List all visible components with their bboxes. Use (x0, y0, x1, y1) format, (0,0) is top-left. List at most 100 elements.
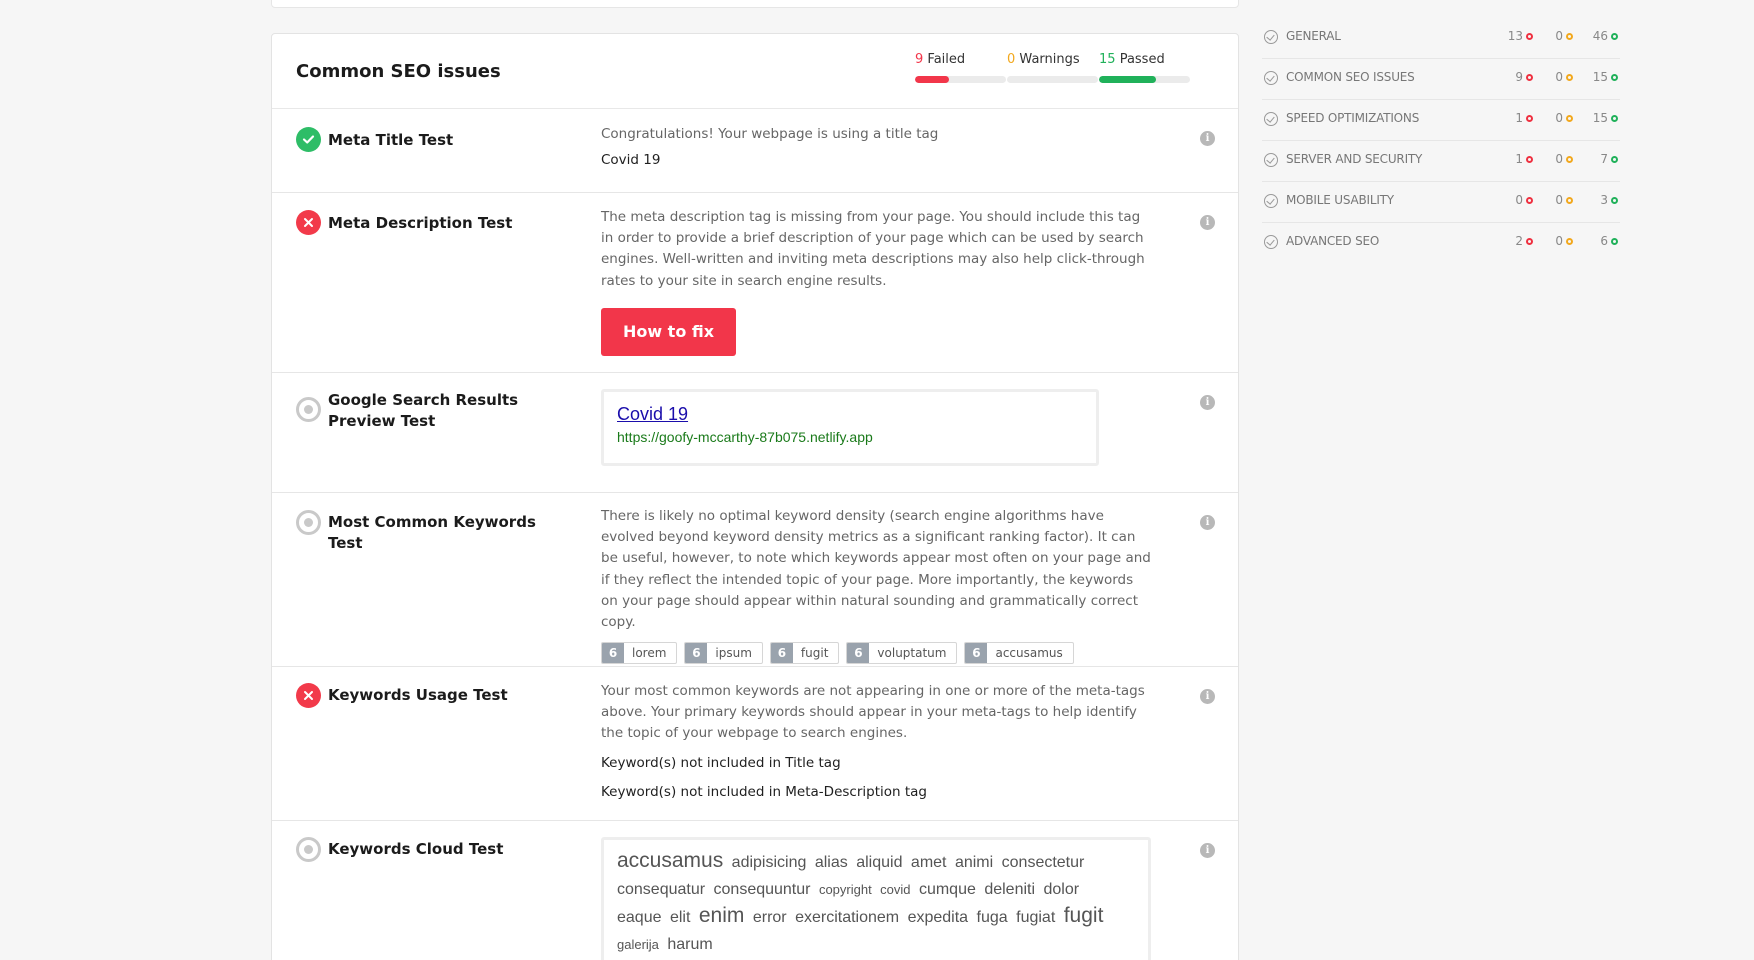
category-sidebar: GENERAL 13 0 46 COMMON SEO ISSUES 9 0 15 SPEED O… (1262, 18, 1620, 264)
common-seo-issues-card: Common SEO issues 9 Failed 0 Warnings 15… (271, 33, 1239, 960)
passed-dot-icon (1611, 196, 1618, 204)
info-icon[interactable]: i (1200, 215, 1215, 230)
keyword-count: 6 (602, 643, 624, 664)
warnings-bar (1007, 76, 1098, 83)
check-circle-icon (1264, 194, 1278, 208)
info-icon[interactable]: i (1200, 131, 1215, 146)
info-icon[interactable]: i (1200, 395, 1215, 410)
failed-count: 1 (1515, 111, 1533, 125)
keyword-chip: 6 lorem (601, 642, 678, 665)
passed-dot-icon (1611, 155, 1618, 163)
keyword-chip: 6 ipsum (684, 642, 763, 665)
cloud-word: eaque (617, 909, 662, 926)
cloud-word: cumque (918, 880, 976, 898)
failed-count-value: 9 (1515, 70, 1523, 84)
info-icon[interactable]: i (1200, 689, 1215, 704)
keyword-word: fugit (800, 646, 829, 661)
sidebar-item-advanced-seo[interactable]: ADVANCED SEO 2 0 6 (1262, 223, 1620, 264)
cloud-word: error (752, 909, 787, 926)
failed-count: 0 (1515, 193, 1533, 207)
failed-label: Failed (927, 52, 966, 67)
section-title: Common SEO issues (296, 61, 501, 82)
how-to-fix-button[interactable]: How to fix (601, 307, 736, 356)
serp-title-link[interactable]: Covid 19 (617, 404, 1083, 425)
warnings-dot-icon (1566, 237, 1573, 245)
sidebar-item-general[interactable]: GENERAL 13 0 46 (1262, 18, 1620, 59)
passed-dot-icon (1611, 32, 1618, 40)
passed-dot-icon (1611, 237, 1618, 245)
warnings-count-value: 0 (1555, 29, 1563, 43)
cloud-word: harum (667, 935, 713, 953)
test-name: Keywords Usage Test (328, 686, 508, 704)
cloud-word: exercitationem (795, 909, 900, 926)
cloud-word: galerija (617, 936, 659, 952)
warnings-dot-icon (1566, 155, 1573, 163)
failed-dot-icon (1526, 73, 1533, 81)
sidebar-item-speed-optimizations[interactable]: SPEED OPTIMIZATIONS 1 0 15 (1262, 100, 1620, 141)
keyword-count: 6 (685, 643, 708, 664)
cloud-word: deleniti (984, 880, 1036, 898)
failed-count: 2 (1515, 234, 1533, 248)
test-content: Your most common keywords are not appear… (601, 681, 1151, 801)
failed-dot-icon (1526, 32, 1533, 40)
passed-count: 7 (1600, 152, 1618, 166)
sidebar-item-common-seo-issues[interactable]: COMMON SEO ISSUES 9 0 15 (1262, 59, 1620, 100)
passed-count: 3 (1600, 193, 1618, 207)
test-row-keywords-usage: Keywords Usage Test Your most common key… (272, 667, 1238, 821)
failed-dot-icon (1526, 196, 1533, 204)
sidebar-item-server-and-security[interactable]: SERVER AND SECURITY 1 0 7 (1262, 141, 1620, 182)
failed-count: 9 (915, 52, 924, 67)
cloud-word: dolor (1043, 880, 1080, 898)
serp-url: https://goofy-mccarthy-87b075.netlify.ap… (617, 429, 873, 445)
serp-preview: Covid 19 https://goofy-mccarthy-87b075.n… (601, 389, 1099, 466)
passed-count-value: 6 (1600, 234, 1608, 248)
test-description: There is likely no optimal keyword densi… (601, 508, 1151, 631)
info-icon[interactable]: i (1200, 843, 1215, 858)
sidebar-item-label: COMMON SEO ISSUES (1286, 70, 1415, 84)
failed-dot-icon (1526, 155, 1533, 163)
test-content: Covid 19 https://goofy-mccarthy-87b075.n… (601, 389, 1151, 466)
warnings-count-value: 0 (1555, 70, 1563, 84)
warnings-dot-icon (1566, 114, 1573, 122)
failed-stat: 9 Failed (915, 52, 1006, 83)
radio-icon (296, 397, 321, 422)
warnings-count: 0 (1007, 52, 1016, 67)
warnings-dot-icon (1566, 196, 1573, 204)
warnings-count-value: 0 (1555, 193, 1563, 207)
test-name: Meta Title Test (328, 131, 454, 149)
cloud-word: copyright (818, 881, 872, 897)
test-description: Congratulations! Your webpage is using a… (601, 126, 939, 142)
warnings-count: 0 (1555, 111, 1573, 125)
passed-count-value: 7 (1600, 152, 1608, 166)
check-circle-icon (1264, 30, 1278, 44)
keyword-count: 6 (965, 643, 988, 664)
info-icon[interactable]: i (1200, 515, 1215, 530)
keyword-chip: 6 fugit (769, 642, 840, 665)
passed-stat: 15 Passed (1099, 52, 1190, 83)
failed-bar-fill (915, 76, 950, 83)
cloud-word: aliquid (856, 854, 903, 871)
sidebar-item-mobile-usability[interactable]: MOBILE USABILITY 0 0 3 (1262, 182, 1620, 223)
failed-count: 9 (1515, 70, 1533, 84)
cloud-word: fugit (1063, 904, 1104, 927)
failed-count-value: 13 (1507, 29, 1523, 43)
check-circle-icon (1264, 71, 1278, 85)
failed-count-value: 2 (1515, 234, 1523, 248)
test-name: Most Common Keywords Test (328, 513, 536, 552)
test-content: accusamus adipisicing alias aliquid amet… (601, 837, 1151, 960)
failed-count-value: 1 (1515, 152, 1523, 166)
check-icon (296, 127, 321, 152)
check-circle-icon (1264, 153, 1278, 167)
x-icon (296, 210, 321, 235)
passed-bar (1099, 76, 1190, 83)
failed-count-value: 1 (1515, 111, 1523, 125)
cloud-word: elit (669, 909, 691, 926)
test-name: Google Search Results Preview Test (328, 391, 519, 430)
warnings-count: 0 (1555, 193, 1573, 207)
passed-dot-icon (1611, 73, 1618, 81)
sidebar-item-label: SERVER AND SECURITY (1286, 152, 1423, 166)
cloud-word: adipisicing (731, 854, 807, 871)
test-row-common-keywords: Most Common Keywords Test There is likel… (272, 493, 1238, 667)
cloud-word: consequatur (617, 880, 706, 898)
title-value: Covid 19 (601, 152, 661, 169)
